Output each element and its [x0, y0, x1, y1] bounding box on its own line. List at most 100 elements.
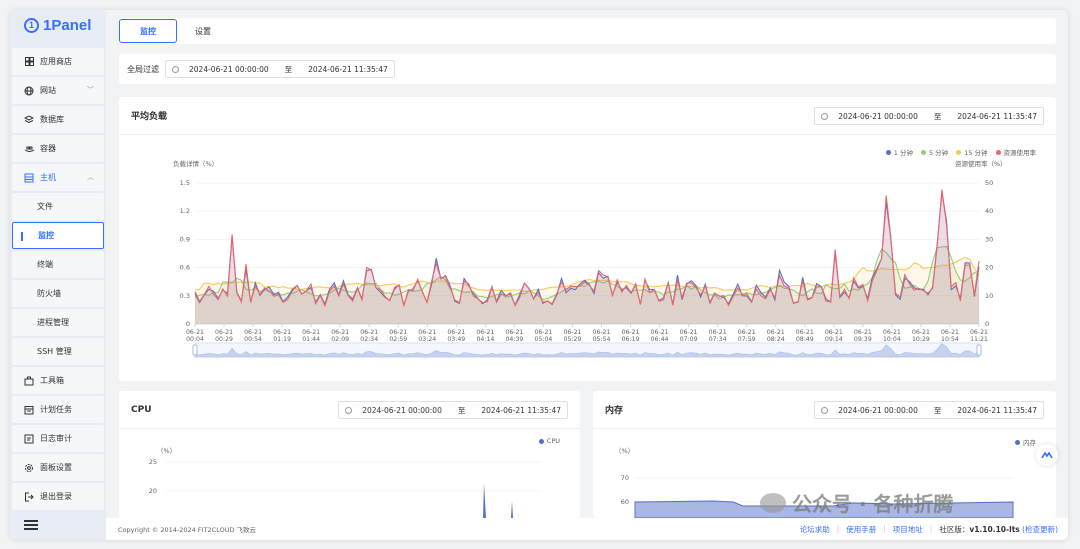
cpu-date-range-picker[interactable]: 2024-06-21 00:00:00 至 2024-06-21 11:35:4… [338, 401, 568, 419]
memory-card-title: 内存 [605, 406, 624, 416]
sidebar-item-label: 终端 [37, 260, 53, 269]
memory-card-header: 内存 2024-06-21 00:00:00 至 2024-06-21 11:3… [593, 391, 1056, 429]
x-tick-label: 06-21 [941, 329, 959, 336]
x-tick-label: 06-21 [331, 329, 349, 336]
y2-tick-label: 30 [985, 235, 993, 243]
range-start: 2024-06-21 00:00:00 [838, 111, 918, 121]
sidebar-item-label: 防火墙 [37, 289, 61, 298]
global-filter-label: 全局过滤 [127, 64, 159, 74]
sidebar-item-label: 计划任务 [40, 405, 72, 414]
x-tick-label: 06-21 [796, 329, 814, 336]
y-tick-label: 60 [621, 498, 629, 506]
x-tick-label: 02:59 [389, 336, 407, 343]
x-tick-label: 06:19 [622, 336, 640, 343]
cpu-chart[interactable]: （%） 20 25 [119, 429, 580, 518]
sidebar-item-10[interactable]: SSH 管理 [12, 338, 104, 365]
sidebar-item-label: 数据库 [40, 115, 64, 124]
sidebar-item-8[interactable]: 防火墙 [12, 280, 104, 307]
logo[interactable]: 1 1Panel [10, 10, 106, 40]
footer: Copyright © 2014-2024 FIT2CLOUD 飞致云 论坛求助… [106, 518, 1068, 540]
x-tick-label: 00:29 [215, 336, 233, 343]
tab-bar: 监控 设置 [119, 18, 1056, 44]
x-tick-label: 06-21 [854, 329, 872, 336]
sidebar-item-label: 监控 [38, 231, 54, 240]
logo-mark-icon: 1 [24, 17, 39, 33]
sidebar-item-5[interactable]: 文件 [12, 193, 104, 220]
sidebar-item-6[interactable]: 监控 [12, 222, 104, 249]
x-tick-label: 07:09 [680, 336, 698, 343]
y2-tick-label: 20 [985, 264, 993, 272]
sidebar-item-4[interactable]: 主机 ︿ [12, 164, 104, 191]
active-indicator [21, 232, 23, 241]
sidebar-item-12[interactable]: 计划任务 [12, 396, 104, 423]
x-tick-label: 06-21 [680, 329, 698, 336]
y2-tick-label: 10 [985, 292, 993, 300]
y-tick-label: 25 [149, 458, 157, 466]
y-tick-label: 20 [149, 487, 157, 495]
y2-axis-label: 资源使用率（%） [955, 159, 1007, 168]
wechat-logo-icon [760, 492, 786, 513]
sidebar-nav: 应用商店网站 ﹀ 数据库容器 主机 ︿ 文件监控终端防火墙进程管理 SSH 管理 工具箱计划任… [12, 48, 104, 512]
global-date-range-picker[interactable]: 2024-06-21 00:00:00 至 2024-06-21 11:35:4… [165, 60, 395, 78]
edition-label: 社区版： [939, 525, 970, 534]
load-card-header: 平均负载 2024-06-21 00:00:00 至 2024-06-21 11… [119, 97, 1056, 135]
x-tick-label: 06-21 [244, 329, 262, 336]
x-tick-label: 10:04 [883, 336, 901, 343]
y-tick-label: 0 [186, 320, 190, 328]
footer-link-forum[interactable]: 论坛求助 [800, 524, 830, 535]
memory-date-range-picker[interactable]: 2024-06-21 00:00:00 至 2024-06-21 11:35:4… [814, 401, 1044, 419]
sidebar-item-label: 应用商店 [40, 57, 72, 66]
range-start: 2024-06-21 00:00:00 [189, 64, 269, 74]
globe-icon [24, 86, 34, 96]
sidebar-item-0[interactable]: 应用商店 [12, 48, 104, 75]
x-tick-label: 09:39 [854, 336, 872, 343]
sidebar-item-2[interactable]: 数据库 [12, 106, 104, 133]
sidebar-item-11[interactable]: 工具箱 [12, 367, 104, 394]
range-end: 2024-06-21 11:35:47 [957, 111, 1037, 121]
sidebar-item-label: 文件 [37, 202, 53, 211]
sidebar-item-label: 主机 [40, 173, 56, 182]
tab-monitor[interactable]: 监控 [119, 19, 177, 43]
sidebar: 1 1Panel 应用商店网站 ﹀ 数据库容器 主机 ︿ 文件监控终端防火墙进程管理 SSH… [10, 10, 106, 540]
sidebar-item-13[interactable]: 日志审计 [12, 425, 104, 452]
clock-icon [821, 112, 829, 120]
sidebar-item-9[interactable]: 进程管理 [12, 309, 104, 336]
sidebar-item-3[interactable]: 容器 [12, 135, 104, 162]
y-axis-label: 负载详情（%） [173, 159, 218, 168]
footer-link-project[interactable]: 项目地址 [893, 524, 923, 535]
zoom-handle-left[interactable] [192, 344, 198, 356]
zoom-handle-right[interactable] [976, 344, 982, 356]
x-tick-label: 00:54 [244, 336, 262, 343]
range-start: 2024-06-21 00:00:00 [838, 405, 918, 415]
check-update-link[interactable]: (检查更新) [1022, 525, 1058, 534]
y-axis-label: （%） [615, 447, 634, 455]
footer-link-manual[interactable]: 使用手册 [846, 524, 876, 535]
sidebar-item-label: 进程管理 [37, 318, 69, 327]
sidebar-item-label: SSH 管理 [37, 347, 72, 356]
sidebar-item-label: 工具箱 [40, 376, 64, 385]
version-number: v1.10.10-lts [969, 525, 1020, 534]
x-tick-label: 06-21 [912, 329, 930, 336]
y-tick-label: 1.2 [180, 207, 190, 215]
tab-settings[interactable]: 设置 [177, 19, 229, 43]
x-tick-label: 06-21 [534, 329, 552, 336]
x-tick-label: 06-21 [186, 329, 204, 336]
load-average-chart[interactable]: 负载详情（%） 资源使用率（%） 0 0.3 0.6 0.9 1.2 1.5 0 10 20 30 40… [119, 135, 1056, 381]
sidebar-item-label: 网站 [40, 86, 56, 95]
log-icon [24, 434, 34, 444]
y-tick-label: 0.6 [180, 264, 190, 272]
range-separator: 至 [457, 405, 466, 415]
sidebar-item-14[interactable]: 面板设置 [12, 454, 104, 481]
sidebar-item-7[interactable]: 终端 [12, 251, 104, 278]
sidebar-item-15[interactable]: 退出登录 [12, 483, 104, 510]
sidebar-item-1[interactable]: 网站 ﹀ [12, 77, 104, 104]
x-tick-label: 04:14 [476, 336, 494, 343]
cpu-card: CPU 2024-06-21 00:00:00 至 2024-06-21 11:… [119, 391, 580, 518]
x-tick-label: 06-21 [389, 329, 407, 336]
app-window: 1 1Panel 应用商店 网站 ﹀ 数据库 容器 主机 ︿ 文件 监控 终端 防火墙 进程管理 SSH… [10, 10, 1068, 540]
menu-toggle-icon[interactable] [24, 520, 38, 530]
logout-icon [24, 492, 34, 502]
load-date-range-picker[interactable]: 2024-06-21 00:00:00 至 2024-06-21 11:35:4… [814, 107, 1044, 125]
float-help-icon[interactable] [1036, 444, 1058, 466]
cpu-card-header: CPU 2024-06-21 00:00:00 至 2024-06-21 11:… [119, 391, 580, 429]
